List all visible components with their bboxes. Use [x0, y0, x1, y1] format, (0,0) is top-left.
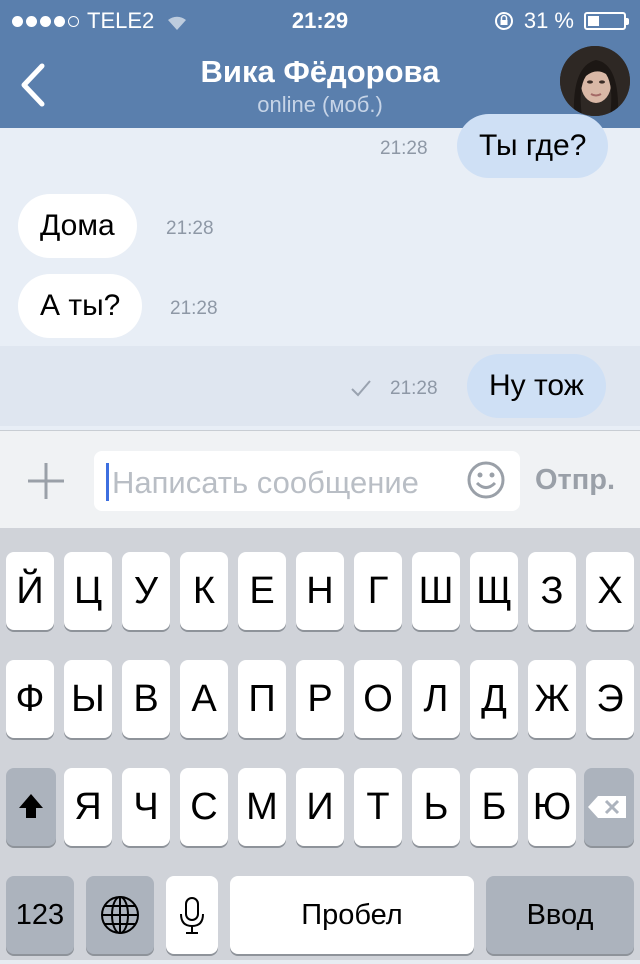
letter-key[interactable]: К: [180, 552, 228, 630]
letter-key[interactable]: Й: [6, 552, 54, 630]
outgoing-message[interactable]: Ну тож: [467, 354, 606, 418]
letter-key[interactable]: Ч: [122, 768, 170, 846]
letter-key[interactable]: С: [180, 768, 228, 846]
space-key[interactable]: Пробел: [230, 876, 474, 954]
globe-icon: [101, 896, 139, 934]
letter-key[interactable]: Я: [64, 768, 112, 846]
keyboard: 123 Пробел Ввод ЙЦУКЕНГШЩЗХ ФЫВАПРОЛДЖЭ ЯЧ…: [0, 528, 640, 960]
letter-key[interactable]: Ф: [6, 660, 54, 738]
battery-percent: 31 %: [523, 8, 574, 33]
letter-key[interactable]: З: [528, 552, 576, 630]
letter-key[interactable]: Л: [412, 660, 460, 738]
contact-name[interactable]: Вика Фёдорова: [0, 54, 640, 90]
letter-key[interactable]: Г: [354, 552, 402, 630]
letter-key[interactable]: И: [296, 768, 344, 846]
letter-key[interactable]: Т: [354, 768, 402, 846]
letter-key[interactable]: Б: [470, 768, 518, 846]
shift-arrow-icon: [19, 794, 43, 818]
return-key[interactable]: Ввод: [486, 876, 634, 954]
letter-key[interactable]: О: [354, 660, 402, 738]
send-button[interactable]: Отпр.: [535, 464, 615, 497]
outgoing-message[interactable]: Ты где?: [457, 114, 609, 178]
letter-key[interactable]: У: [122, 552, 170, 630]
avatar-photo: [560, 46, 630, 116]
plus-icon: [28, 463, 64, 499]
letter-key[interactable]: Р: [296, 660, 344, 738]
status-bar: TELE2 21:29 31 %: [0, 0, 640, 40]
microphone-icon: [180, 897, 204, 934]
shift-key[interactable]: [6, 768, 56, 846]
letter-key[interactable]: Щ: [470, 552, 518, 630]
letter-key[interactable]: Ю: [528, 768, 576, 846]
checkmark-icon: [351, 380, 371, 397]
message-placeholder: Написать сообщение: [112, 465, 419, 500]
letter-key[interactable]: Ь: [412, 768, 460, 846]
incoming-message[interactable]: А ты?: [18, 274, 143, 338]
message-time: 21:28: [390, 378, 438, 399]
letter-key[interactable]: Д: [470, 660, 518, 738]
letter-key[interactable]: Е: [238, 552, 286, 630]
text-caret: [106, 463, 109, 501]
status-right: 31 %: [494, 8, 629, 34]
letter-key[interactable]: Ж: [528, 660, 576, 738]
letter-key[interactable]: М: [238, 768, 286, 846]
message-time: 21:28: [166, 218, 214, 239]
avatar[interactable]: [560, 46, 630, 116]
letter-key[interactable]: Ы: [64, 660, 112, 738]
letter-key[interactable]: Ц: [64, 552, 112, 630]
letter-key[interactable]: П: [238, 660, 286, 738]
numbers-key[interactable]: 123: [6, 876, 74, 954]
delete-key[interactable]: [584, 768, 634, 846]
language-key[interactable]: [86, 876, 154, 954]
letter-key[interactable]: Ш: [412, 552, 460, 630]
message-list[interactable]: 21:28 Ты где? Дома 21:28 А ты? 21:28 21:…: [0, 114, 640, 430]
dictation-key[interactable]: [166, 876, 218, 954]
rotation-lock-icon: [494, 12, 513, 30]
backspace-icon: [588, 796, 626, 818]
letter-key[interactable]: Э: [586, 660, 634, 738]
message-time: 21:28: [380, 138, 428, 159]
battery-level: [588, 16, 599, 26]
letter-key[interactable]: Х: [586, 552, 634, 630]
letter-key[interactable]: А: [180, 660, 228, 738]
smiley-icon[interactable]: [466, 460, 506, 500]
incoming-message[interactable]: Дома: [18, 194, 137, 258]
composer-bar: Написать сообщение Отпр.: [0, 430, 640, 528]
message-time: 21:28: [170, 298, 218, 319]
attach-button[interactable]: [26, 461, 66, 501]
battery-icon: [584, 12, 629, 30]
message-input[interactable]: Написать сообщение: [94, 451, 520, 511]
letter-key[interactable]: В: [122, 660, 170, 738]
letter-key[interactable]: Н: [296, 552, 344, 630]
